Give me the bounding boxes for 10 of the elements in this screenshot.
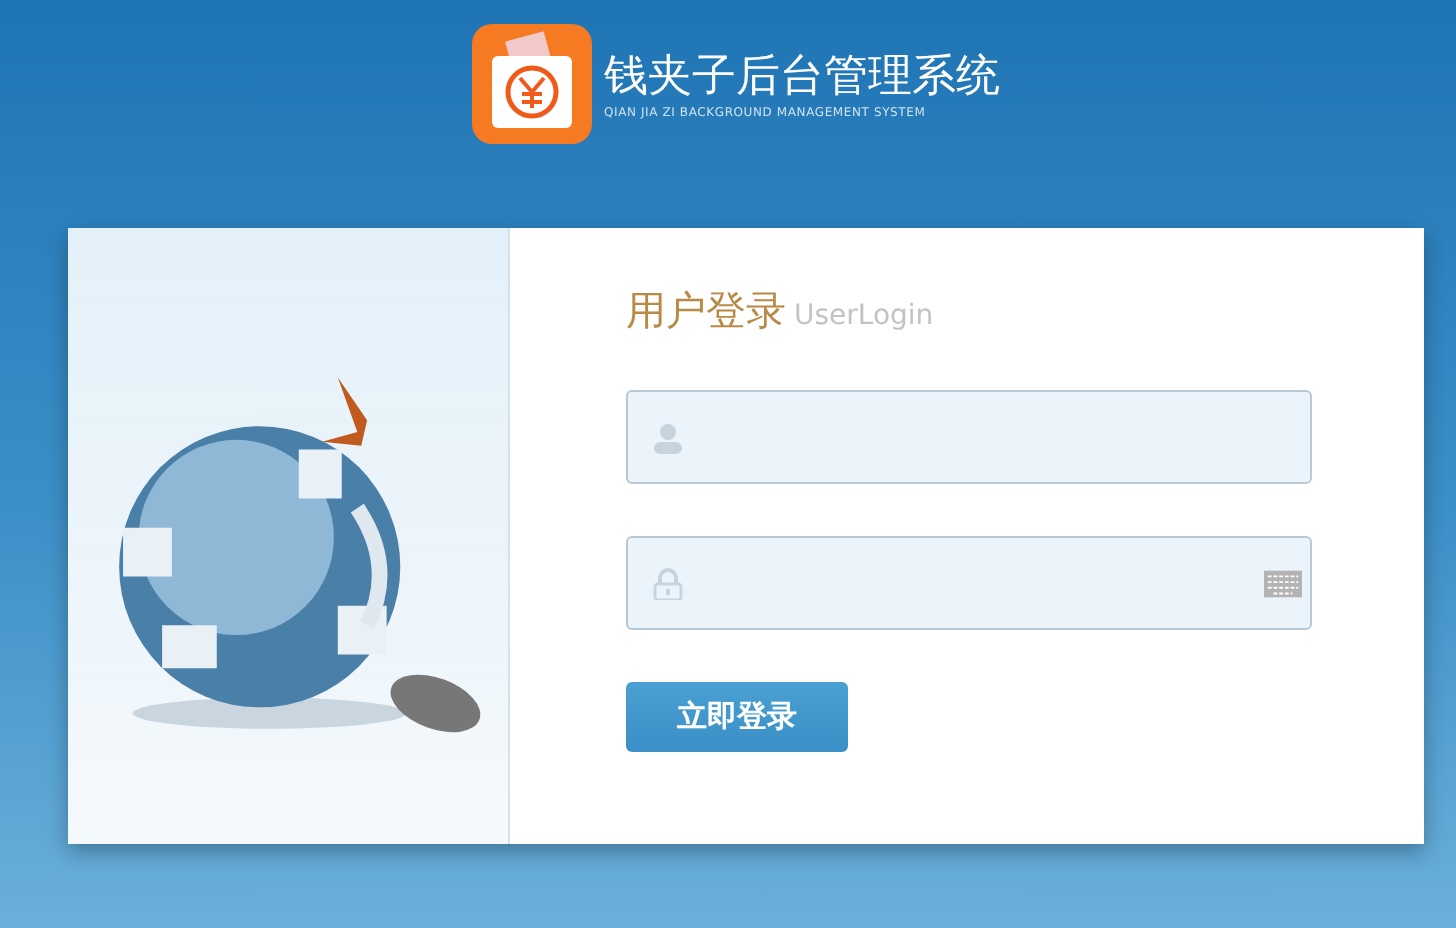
system-title: 钱夹子后台管理系统 — [604, 49, 1000, 105]
user-icon — [652, 421, 684, 453]
username-field[interactable] — [626, 390, 1312, 484]
password-field[interactable] — [626, 536, 1312, 630]
login-title-english: UserLogin — [794, 300, 934, 332]
keyboard-icon[interactable] — [1264, 569, 1302, 597]
lock-icon — [652, 567, 684, 599]
login-title: 用户登录 — [626, 284, 786, 338]
login-button[interactable]: 立即登录 — [626, 682, 848, 752]
wallet-logo-icon — [472, 24, 592, 144]
